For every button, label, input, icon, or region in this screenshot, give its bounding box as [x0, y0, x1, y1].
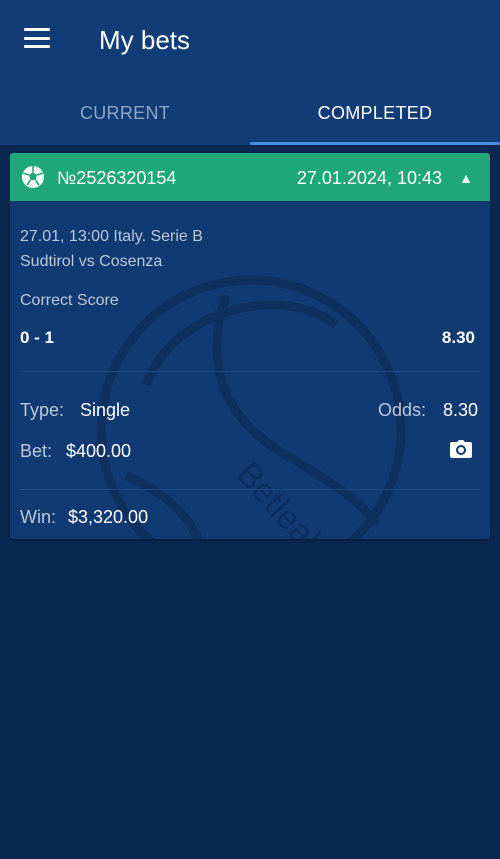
tab-completed[interactable]: COMPLETED: [250, 82, 500, 145]
divider: [20, 489, 480, 490]
odds-value: 8.30: [442, 400, 478, 420]
hamburger-icon[interactable]: [24, 28, 50, 48]
page-title: My bets: [99, 25, 191, 55]
win-label: Win:: [20, 507, 56, 527]
bet-card: №2526320154 27.01.2024, 10:43 ▲ Betleaks…: [10, 153, 490, 539]
tab-bar: CURRENT COMPLETED: [0, 82, 500, 145]
app-bar: My bets: [0, 0, 500, 82]
bet-amount: $400.00: [66, 441, 132, 461]
type-label: Type:: [20, 400, 65, 420]
soccer-ball-icon: [22, 166, 44, 188]
divider: [20, 371, 480, 372]
watermark-logo: Betleaks: [96, 275, 406, 539]
bet-card-header[interactable]: №2526320154 27.01.2024, 10:43 ▲: [10, 153, 490, 201]
market-name: Correct Score: [20, 292, 119, 309]
event-time-league: 27.01, 13:00 Italy. Serie B: [20, 228, 203, 245]
type-value: Single: [80, 400, 131, 420]
match-teams: Sudtirol vs Cosenza: [20, 253, 163, 270]
win-amount: $3,320.00: [68, 507, 149, 527]
odds-label: Odds:: [377, 400, 426, 420]
bet-placed-date: 27.01.2024, 10:43: [296, 168, 442, 188]
camera-icon[interactable]: [450, 440, 472, 458]
selection-odds: 8.30: [441, 328, 475, 347]
bet-label: Bet:: [20, 441, 53, 461]
watermark-text: Betleaks: [229, 455, 344, 539]
triangle-up-icon[interactable]: ▲: [459, 170, 473, 186]
selection-score: 0 - 1: [20, 328, 55, 347]
tab-current[interactable]: CURRENT: [0, 82, 250, 145]
bet-number: №2526320154: [57, 168, 177, 188]
